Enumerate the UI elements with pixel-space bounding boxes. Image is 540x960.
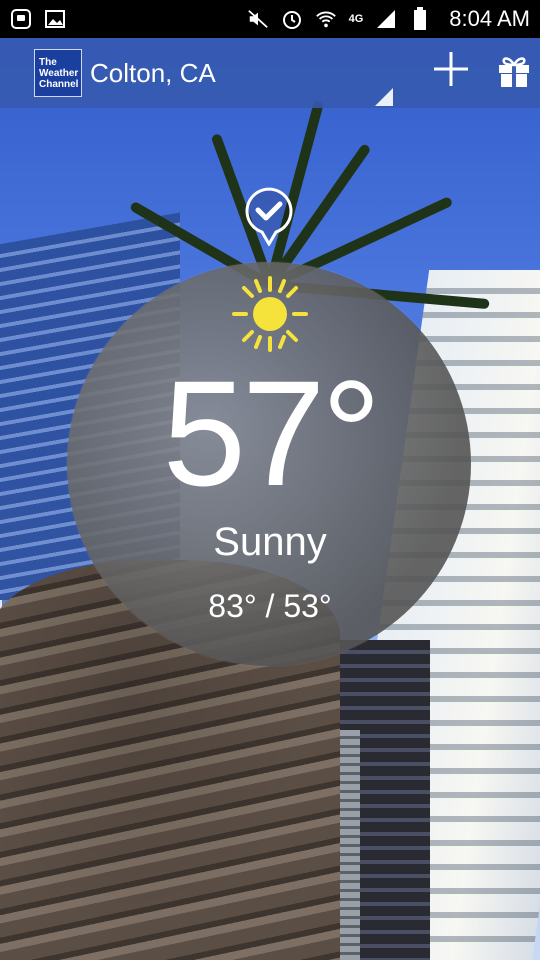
battery-icon xyxy=(409,7,431,30)
alarm-icon xyxy=(281,8,303,30)
network-type-label: 4G xyxy=(348,13,364,25)
add-location-icon[interactable] xyxy=(432,49,470,97)
image-icon xyxy=(44,8,66,30)
gift-icon[interactable] xyxy=(498,54,530,93)
app-bar: The Weather Channel Colton, CA xyxy=(0,38,540,108)
sunny-icon xyxy=(232,276,308,352)
current-temperature: 57° xyxy=(162,349,382,517)
logo-line: Weather xyxy=(39,67,79,79)
weather-channel-logo[interactable]: The Weather Channel xyxy=(34,49,82,97)
logo-line: The xyxy=(39,56,57,68)
location-dropdown-indicator[interactable] xyxy=(375,88,393,106)
weather-condition: Sunny xyxy=(213,520,327,564)
notification-app-icon xyxy=(10,8,32,30)
mute-icon xyxy=(247,8,269,30)
location-selector[interactable]: Colton, CA xyxy=(90,58,216,89)
wifi-icon xyxy=(315,8,337,30)
current-location-check-icon xyxy=(245,187,293,246)
logo-line: Channel xyxy=(39,78,79,90)
signal-icon xyxy=(375,8,397,30)
high-low-temperature: 83° / 53° xyxy=(208,588,332,624)
status-time: 8:04 AM xyxy=(449,6,530,31)
status-bar: 4G 8:04 AM xyxy=(0,0,540,38)
